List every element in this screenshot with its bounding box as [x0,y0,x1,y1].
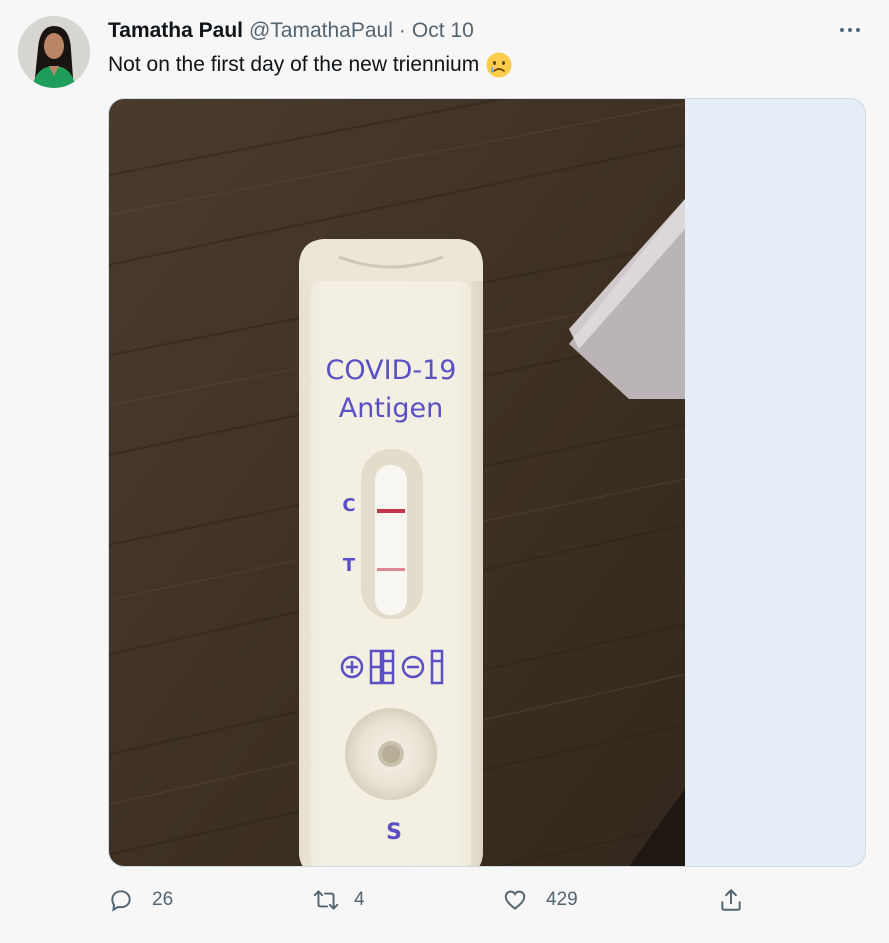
separator: · [398,19,406,42]
tweet-header: Tamatha Paul @TamathaPaul · Oct 10 [108,17,474,45]
more-options-icon[interactable] [835,18,865,42]
heart-icon [504,890,526,910]
tweet-actions: 26 4 429 [108,884,758,916]
like-button[interactable]: 429 [502,884,578,916]
tweet-card[interactable]: Tamatha Paul @TamathaPaul · Oct 10 Not o… [0,0,889,943]
control-line-label: C [342,495,355,516]
retweet-count: 4 [354,889,365,910]
author-name[interactable]: Tamatha Paul [108,19,243,43]
covid-test-photo[interactable]: COVID-19 Antigen C T S [109,99,685,866]
tweet-text-content: Not on the first day of the new trienniu… [108,53,480,76]
reply-count: 26 [152,889,174,910]
share-button[interactable] [718,884,744,916]
tweet-text: Not on the first day of the new trienniu… [108,51,513,79]
retweet-icon [313,890,339,910]
sample-well-label: S [386,820,402,845]
tweet-date[interactable]: Oct 10 [412,19,474,43]
tweet-media[interactable]: COVID-19 Antigen C T S [108,98,866,867]
avatar[interactable] [18,16,90,88]
share-icon [721,889,741,911]
like-count: 429 [546,889,578,910]
author-handle[interactable]: @TamathaPaul [249,19,393,43]
test-line-label: T [343,555,356,576]
crying-face-icon [486,52,512,78]
test-brand-line2: Antigen [339,393,444,424]
test-brand-line1: COVID-19 [326,355,457,386]
reply-button[interactable]: 26 [108,884,173,916]
retweet-button[interactable]: 4 [312,884,365,916]
reply-icon [111,890,131,912]
